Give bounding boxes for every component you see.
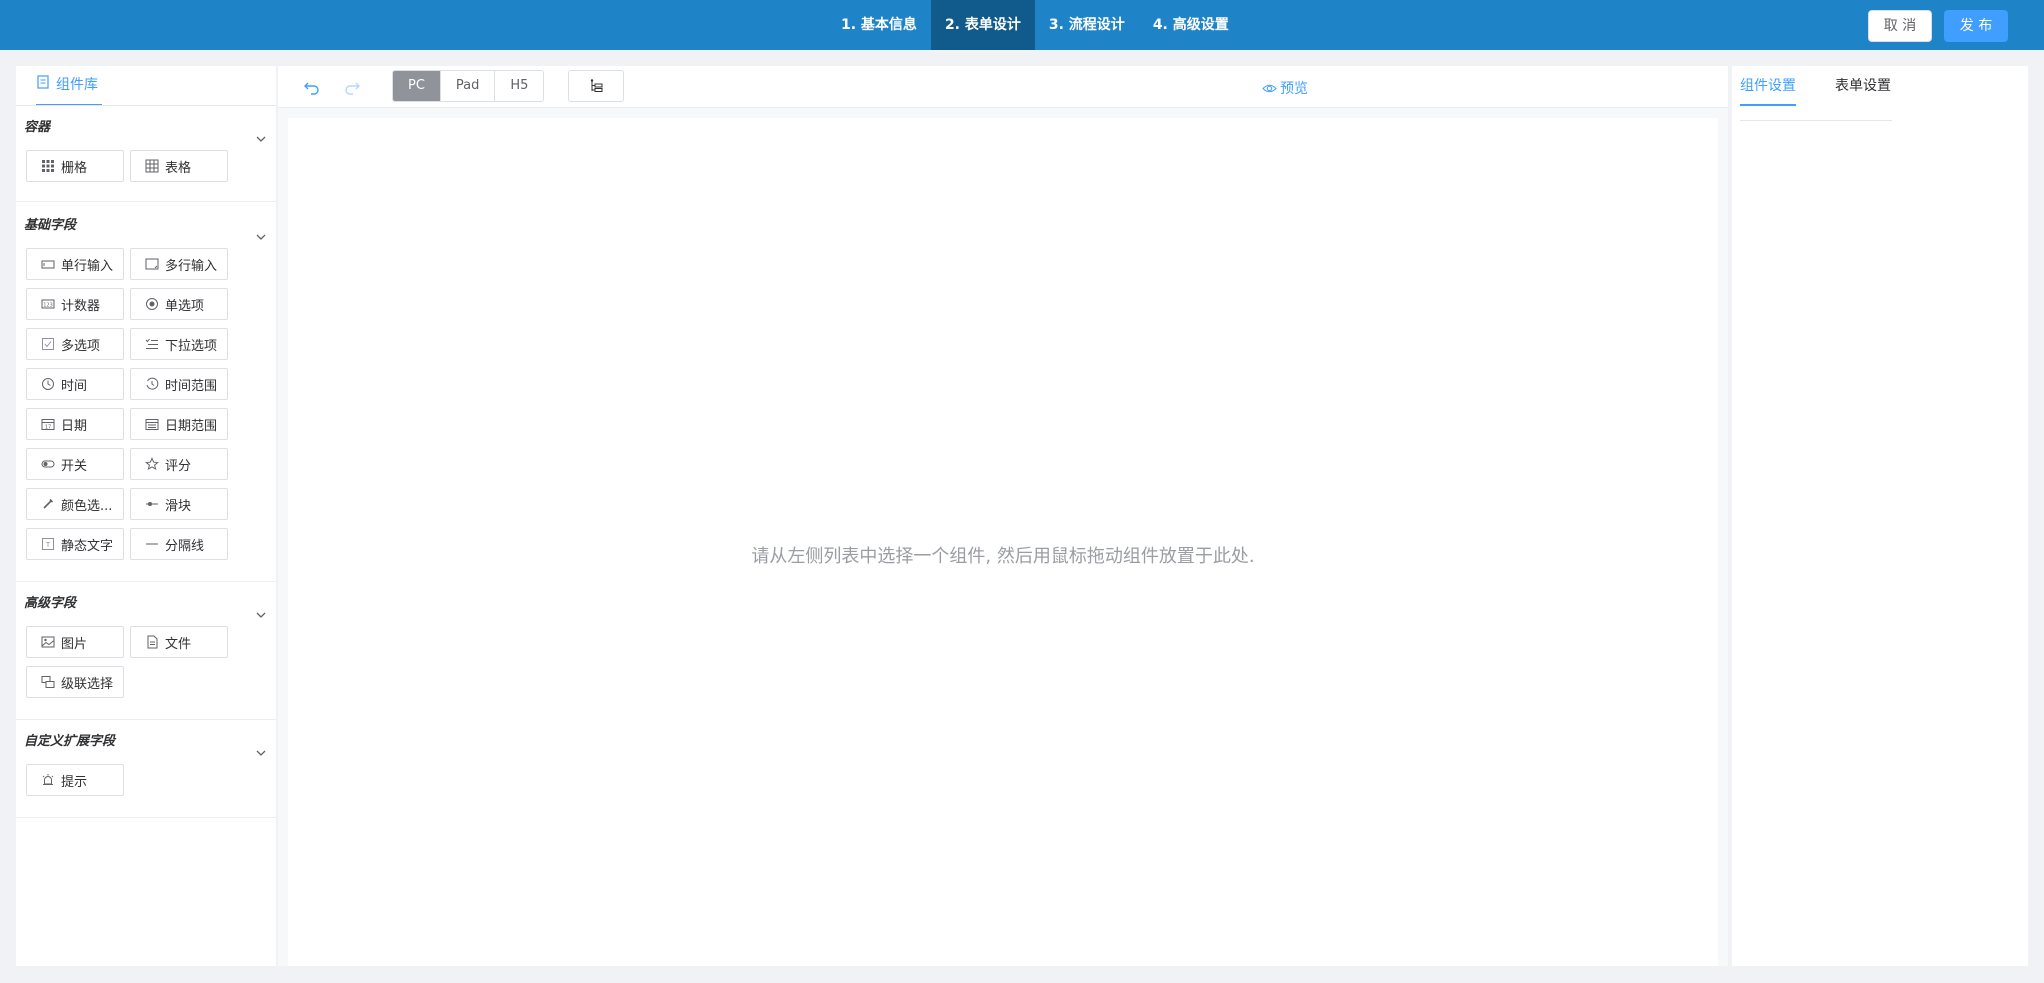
settings-panel: 组件设置 表单设置 [1732, 66, 2028, 966]
group-basic-fields: 基础字段 单行输入 多行输入 123 计数器 单选项 多选项 下拉选项 时间 时… [16, 204, 276, 582]
group-title: 高级字段 [24, 596, 77, 611]
svg-text:17: 17 [45, 425, 51, 431]
cancel-button[interactable]: 取 消 [1868, 10, 1932, 42]
chevron-down-icon [254, 597, 268, 618]
component-item[interactable]: 单选项 [130, 288, 228, 320]
group-header[interactable]: 高级字段 [16, 582, 276, 626]
chevron-down-icon [254, 121, 268, 142]
step-nav: 1. 基本信息 2. 表单设计 3. 流程设计 4. 高级设置 [827, 0, 1243, 50]
group-container: 容器 栅格 表格 [16, 106, 276, 202]
preview-button[interactable]: 预览 [1262, 78, 1308, 98]
form-canvas[interactable]: 请从左侧列表中选择一个组件, 然后用鼠标拖动组件放置于此处. [288, 118, 1718, 966]
component-item[interactable]: 开关 [26, 448, 124, 480]
component-item[interactable]: 栅格 [26, 150, 124, 182]
group-title: 基础字段 [24, 218, 77, 233]
device-h5-button[interactable]: H5 [495, 71, 544, 101]
group-title: 容器 [24, 120, 51, 135]
step-form-design[interactable]: 2. 表单设计 [930, 0, 1035, 50]
component-item[interactable]: 分隔线 [130, 528, 228, 560]
svg-text:T: T [45, 541, 51, 549]
component-item[interactable]: 日期范围 [130, 408, 228, 440]
color-picker-icon [43, 498, 54, 509]
group-custom-fields: 自定义扩展字段 提示 [16, 720, 276, 818]
switch-icon [41, 460, 55, 468]
chevron-down-icon [254, 219, 268, 240]
undo-icon[interactable] [302, 77, 322, 97]
select-icon [145, 338, 158, 349]
static-text-icon: T [42, 538, 54, 550]
date-icon: 17 [41, 419, 55, 431]
group-advanced-fields: 高级字段 图片 文件 级联选择 [16, 582, 276, 720]
device-pad-button[interactable]: Pad [440, 71, 496, 101]
step-basic-info[interactable]: 1. 基本信息 [827, 0, 931, 50]
alert-icon [42, 774, 54, 785]
form-design-area: PC Pad H5 预览 请从左侧列表中选择一个组件, 然后用鼠标拖动组件放置于… [278, 66, 1728, 966]
device-switcher: PC Pad H5 [392, 70, 545, 102]
svg-text:123: 123 [43, 303, 53, 309]
tab-divider [1740, 120, 1892, 121]
device-pc-button[interactable]: PC [393, 71, 441, 101]
checkbox-icon [42, 338, 54, 350]
textarea-icon [145, 258, 159, 270]
component-library-label: 组件库 [56, 77, 98, 93]
component-tree-button[interactable] [568, 70, 624, 102]
step-process-design[interactable]: 3. 流程设计 [1035, 0, 1139, 50]
component-item[interactable]: 多行输入 [130, 248, 228, 280]
component-item[interactable]: 多选项 [26, 328, 124, 360]
divider-icon [146, 543, 158, 545]
input-icon [41, 260, 55, 269]
empty-canvas-hint: 请从左侧列表中选择一个组件, 然后用鼠标拖动组件放置于此处. [751, 546, 1255, 567]
component-library-icon [36, 65, 50, 105]
component-item[interactable]: 123 计数器 [26, 288, 124, 320]
preview-label: 预览 [1280, 81, 1308, 97]
chevron-down-icon [254, 735, 268, 756]
redo-icon[interactable] [342, 77, 362, 97]
publish-button[interactable]: 发 布 [1944, 10, 2008, 42]
image-icon [41, 636, 55, 648]
file-icon [147, 635, 158, 649]
tab-component-settings[interactable]: 组件设置 [1740, 66, 1796, 106]
component-item[interactable]: 提示 [26, 764, 124, 796]
group-header[interactable]: 自定义扩展字段 [16, 720, 276, 764]
star-icon [145, 457, 159, 471]
time-range-icon [146, 377, 159, 390]
component-item[interactable]: 17 日期 [26, 408, 124, 440]
component-library-panel: 组件库 容器 栅格 表格 基础字段 单行输入 多行输入 123 计数器 单选项 … [16, 66, 276, 966]
component-item[interactable]: 滑块 [130, 488, 228, 520]
grid-icon [42, 160, 54, 172]
cascader-icon [41, 676, 55, 688]
radio-icon [146, 298, 158, 310]
component-item[interactable]: 文件 [130, 626, 228, 658]
component-item[interactable]: 时间 [26, 368, 124, 400]
table-icon [145, 159, 159, 173]
design-toolbar: PC Pad H5 预览 [278, 66, 1728, 108]
counter-icon: 123 [41, 299, 55, 309]
tab-form-settings[interactable]: 表单设置 [1835, 66, 1891, 106]
group-title: 自定义扩展字段 [24, 734, 116, 749]
date-range-icon [145, 419, 159, 430]
slider-icon [146, 502, 158, 506]
eye-icon [1262, 84, 1277, 92]
component-item[interactable]: 时间范围 [130, 368, 228, 400]
component-item[interactable]: 颜色选... [26, 488, 124, 520]
step-advanced-settings[interactable]: 4. 高级设置 [1139, 0, 1243, 50]
tab-component-library[interactable]: 组件库 [36, 66, 102, 106]
group-header[interactable]: 容器 [16, 106, 276, 150]
component-item[interactable]: 单行输入 [26, 248, 124, 280]
component-item[interactable]: 图片 [26, 626, 124, 658]
tree-icon [590, 79, 603, 92]
top-bar: 1. 基本信息 2. 表单设计 3. 流程设计 4. 高级设置 取 消 发 布 [0, 0, 2044, 50]
clock-icon [42, 378, 54, 390]
component-item[interactable]: 下拉选项 [130, 328, 228, 360]
group-header[interactable]: 基础字段 [16, 204, 276, 248]
component-item[interactable]: 级联选择 [26, 666, 124, 698]
component-item[interactable]: T 静态文字 [26, 528, 124, 560]
component-item[interactable]: 表格 [130, 150, 228, 182]
component-item[interactable]: 评分 [130, 448, 228, 480]
